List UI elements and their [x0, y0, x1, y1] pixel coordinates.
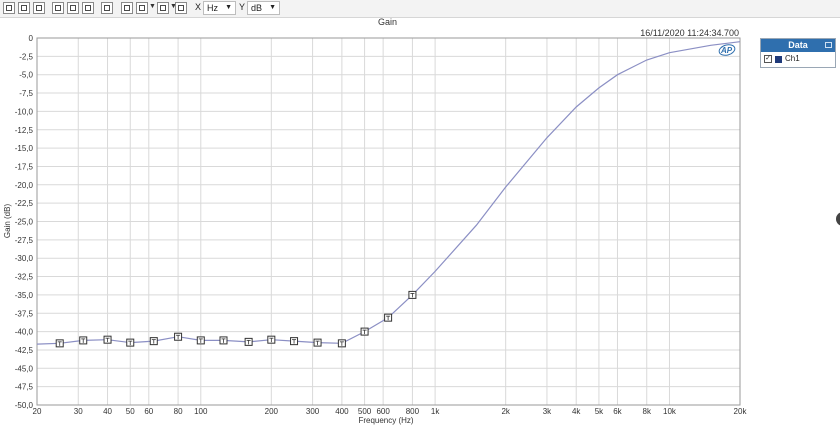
series-line — [36, 41, 741, 345]
grid-lines — [36, 37, 741, 406]
x-tick-label: 200 — [265, 407, 279, 416]
y-tick-label: -10,0 — [15, 107, 34, 116]
y-tick-label: -45,0 — [15, 364, 34, 373]
legend-header: Data — [761, 39, 835, 52]
legend-swatch — [775, 56, 782, 63]
x-tick-label: 800 — [406, 407, 420, 416]
y-axis-title: Gain (dB) — [3, 204, 12, 239]
x-tick-label: 10k — [663, 407, 677, 416]
x-tick-label: 20 — [33, 407, 42, 416]
legend-checkbox[interactable]: ✓ — [764, 55, 772, 63]
y-tick-label: -35,0 — [15, 291, 34, 300]
y-tick-label: -22,5 — [15, 199, 34, 208]
y-tick-label: -32,5 — [15, 273, 34, 282]
legend-title: Data — [788, 40, 808, 50]
y-tick-label: -17,5 — [15, 162, 34, 171]
y-tick-label: -15,0 — [15, 144, 34, 153]
series-ch1 — [36, 41, 741, 348]
pin-icon[interactable] — [825, 42, 832, 48]
y-tick-label: -47,5 — [15, 383, 34, 392]
y-tick-label: -30,0 — [15, 254, 34, 263]
ap-logo: AP — [718, 44, 736, 56]
y-tick-label: -42,5 — [15, 346, 34, 355]
y-tick-label: -5,0 — [19, 71, 33, 80]
x-tick-label: 60 — [144, 407, 153, 416]
x-tick-label: 1k — [431, 407, 440, 416]
x-tick-label: 5k — [595, 407, 604, 416]
legend-item-ch1[interactable]: ✓ Ch1 — [761, 52, 835, 67]
x-tick-label: 500 — [358, 407, 372, 416]
y-tick-label: -50,0 — [15, 401, 34, 410]
x-tick-labels: 20 30 40 50 60 80 100 200 300 400 500 600 800 1k 2k 3k 4… — [33, 407, 748, 416]
x-tick-label: 8k — [643, 407, 652, 416]
y-tick-label: -2,5 — [19, 52, 33, 61]
y-tick-labels: 0 -2,5 -5,0 -7,5 -10,0 -12,5 -15,0 -17,5 -20,0 -2… — [15, 34, 34, 410]
y-tick-label: -7,5 — [19, 89, 33, 98]
y-tick-label: -12,5 — [15, 126, 34, 135]
x-tick-label: 20k — [734, 407, 748, 416]
gain-chart[interactable]: 20 30 40 50 60 80 100 200 300 400 500 600 800 1k 2k 3k 4… — [0, 0, 840, 428]
x-tick-label: 2k — [501, 407, 510, 416]
x-axis-title: Frequency (Hz) — [358, 416, 413, 425]
y-tick-label: -27,5 — [15, 236, 34, 245]
x-tick-label: 40 — [103, 407, 112, 416]
x-tick-label: 600 — [376, 407, 390, 416]
x-tick-label: 400 — [335, 407, 349, 416]
y-tick-label: -37,5 — [15, 309, 34, 318]
y-tick-label: -25,0 — [15, 218, 34, 227]
legend-panel: Data ✓ Ch1 — [760, 38, 836, 68]
x-tick-label: 50 — [126, 407, 135, 416]
x-tick-label: 6k — [613, 407, 622, 416]
y-tick-label: -40,0 — [15, 328, 34, 337]
y-tick-label: 0 — [29, 34, 34, 43]
y-tick-label: -20,0 — [15, 181, 34, 190]
x-tick-label: 300 — [306, 407, 320, 416]
x-tick-label: 100 — [194, 407, 208, 416]
x-tick-label: 30 — [74, 407, 83, 416]
x-tick-label: 80 — [174, 407, 183, 416]
legend-label: Ch1 — [785, 54, 800, 63]
x-tick-label: 3k — [543, 407, 552, 416]
ap-logo-text: AP — [720, 46, 733, 55]
x-tick-label: 4k — [572, 407, 581, 416]
